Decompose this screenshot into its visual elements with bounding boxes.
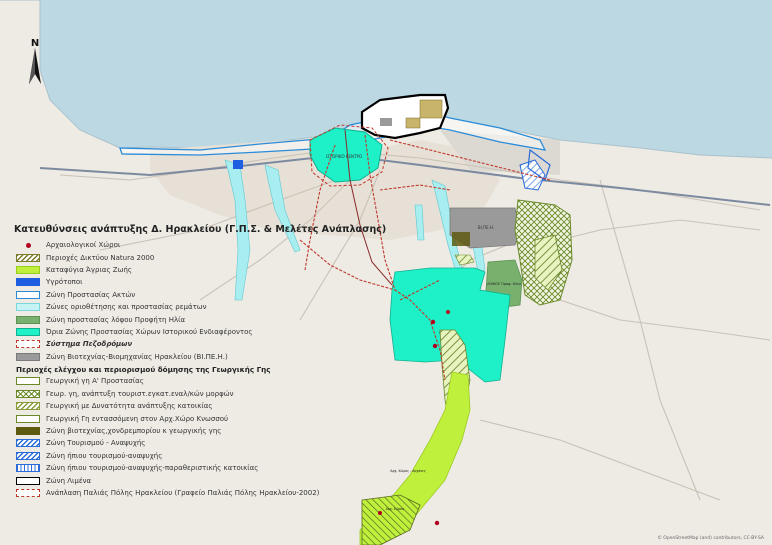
legend-swatch (16, 476, 40, 485)
archaeological-site-dot (378, 511, 382, 515)
legend-item: Ζώνη Προστασίας Ακτών (16, 289, 357, 301)
legend-item: Υγρότοποι (16, 276, 357, 288)
legend-swatch (16, 315, 40, 324)
legend-item: Ζώνη ήπιου τουρισμού-αναψυχής-παραθεριστ… (16, 462, 357, 474)
legend-title: Κατευθύνσεις ανάπτυξης Δ. Ηρακλείου (Γ.Π… (14, 224, 387, 235)
map-frame: ΙΣΤΟΡΙΚΟ ΚΕΝΤΡΟ ΒΙ.ΠΕ.Η. ΛΟΦΟΣ Προφ. Ηλι… (0, 0, 772, 545)
archaeological-site-dot (432, 343, 438, 349)
legend-item: Γεωργική Γη εντασσόμενη στον Αρχ.Χώρο Κν… (16, 412, 357, 424)
legend-swatch (16, 451, 40, 460)
legend-swatch (16, 303, 40, 312)
legend-items: Αρχαιολογικοί Χώροι Περιοχές Δικτύου Natu… (12, 239, 357, 363)
archaeological-site-dot (430, 319, 436, 325)
legend-swatch (16, 253, 40, 262)
archaeological-site-dot (446, 310, 450, 314)
legend-item-label: Ζώνη ήπιου τουρισμού-αναψυχής (46, 451, 163, 460)
legend-item-label: Περιοχές Δικτύου Natura 2000 (46, 253, 155, 262)
legend-item: Περιοχές Δικτύου Natura 2000 (16, 251, 357, 263)
legend-item: Γεωργική με Δυνατότητα ανάπτυξης κατοικί… (16, 400, 357, 412)
legend-swatch (16, 377, 40, 386)
wetland-marker[interactable] (233, 160, 243, 169)
legend-item: Ζώνη Βιοτεχνίας-Βιομηχανίας Ηρακλείου (Β… (16, 351, 357, 363)
legend-item-label: Όρια Ζώνης Προστασίας Χώρων Ιστορικού Εν… (46, 327, 253, 336)
archaeological-area-label: Αρχ. Χώρος (386, 507, 405, 511)
legend-item: Ζώνη ήπιου τουρισμού-αναψυχής (16, 450, 357, 462)
legend-subsection-title: Περιοχές ελέγχου και περιορισμού δόμησης… (16, 364, 271, 374)
legend-swatch (16, 414, 40, 423)
legend-swatch (16, 265, 40, 274)
industrial-zone-label: ΒΙ.ΠΕ.Η. (478, 225, 494, 230)
legend-item: Γεωργική γη Α' Προστασίας (16, 375, 357, 387)
legend-item-label: Ζώνη ήπιου τουρισμού-αναψυχής-παραθεριστ… (46, 464, 259, 473)
legend-item-label: Ζώνη Βιοτεχνίας-Βιομηχανίας Ηρακλείου (Β… (46, 352, 228, 361)
legend-item-label: Γεωργική γη Α' Προστασίας (46, 377, 144, 386)
archanes-route-label: Αρχ. Χώρος - Αρχάνες (390, 469, 426, 473)
legend-swatch (16, 464, 40, 473)
legend-item: Ζώνη Τουρισμού - Αναψυχής (16, 437, 357, 449)
legend-item-label: Ζώνη προστασίας λόφου Προφήτη Ηλία (46, 315, 186, 324)
legend-swatch (16, 278, 40, 287)
legend-item: Ζώνη βιοτεχνίας,χονδρεμπορίου κ γεωργική… (16, 425, 357, 437)
legend-item: Ζώνες οριοθέτησης και προστασίας ρεμάτων (16, 301, 357, 313)
legend-item-label: Ζώνη βιοτεχνίας,χονδρεμπορίου κ γεωργική… (46, 427, 222, 436)
legend-item-label: Γεωργική με Δυνατότητα ανάπτυξης κατοικί… (46, 402, 213, 411)
legend-item-label: Αρχαιολογικοί Χώροι (46, 241, 121, 250)
legend-item-label: Ζώνη Λιμένα (46, 476, 92, 485)
legend-item-label: Υγρότοποι (46, 278, 83, 287)
legend-swatch (16, 489, 40, 497)
legend-item: Αρχαιολογικοί Χώροι (16, 239, 357, 251)
legend-item: Όρια Ζώνης Προστασίας Χώρων Ιστορικού Εν… (16, 326, 357, 338)
legend-item-label: Ζώνη Τουρισμού - Αναψυχής (46, 439, 146, 448)
legend-swatch (16, 427, 40, 436)
legend-item: Σύστημα Πεζοδρόμων (16, 338, 357, 350)
legend-swatch (16, 290, 40, 299)
legend-item-label: Ζώνη Προστασίας Ακτών (46, 290, 136, 299)
legend-item-label: Ζώνες οριοθέτησης και προστασίας ρεμάτων (46, 303, 207, 312)
legend-items-agricultural: Γεωργική γη Α' Προστασίας Γεωρ. γη, ανάπτ… (12, 375, 357, 499)
smallind-zone[interactable] (452, 232, 470, 246)
legend-swatch (16, 389, 40, 398)
legend-item-label: Γεωργική Γη εντασσόμενη στον Αρχ.Χώρο Κν… (46, 414, 229, 423)
legend-swatch (16, 241, 40, 249)
legend-item-label: Ανάπλαση Παλιάς Πόλης Ηρακλείου (Γραφείο… (46, 489, 320, 497)
legend-item: Καταφύγια Άγριας Ζωής (16, 264, 357, 276)
legend-swatch (16, 352, 40, 361)
profitis-ilias-label: ΛΟΦΟΣ Προφ. Ηλια (487, 282, 521, 286)
legend-item-label: Σύστημα Πεζοδρόμων (46, 340, 133, 349)
legend-item: Ανάπλαση Παλιάς Πόλης Ηρακλείου (Γραφείο… (16, 487, 357, 499)
legend-item: Γεωρ. γη, ανάπτυξη τουριστ.εγκατ.εναλ/κώ… (16, 388, 357, 400)
map-attribution: © OpenStreetMap (and) contributors, CC-B… (657, 536, 764, 541)
north-label: N (31, 38, 39, 49)
legend-swatch (16, 327, 40, 336)
legend-swatch (16, 439, 40, 448)
archaeological-site-dot (434, 520, 440, 526)
legend-swatch (16, 340, 40, 349)
legend-item: Ζώνη Λιμένα (16, 474, 357, 486)
legend-item: Ζώνη προστασίας λόφου Προφήτη Ηλία (16, 313, 357, 325)
legend-swatch (16, 402, 40, 411)
legend: Κατευθύνσεις ανάπτυξης Δ. Ηρακλείου (Γ.Π… (12, 224, 387, 499)
legend-item-label: Γεωρ. γη, ανάπτυξη τουριστ.εγκατ.εναλ/κώ… (46, 389, 234, 398)
legend-item-label: Καταφύγια Άγριας Ζωής (46, 265, 133, 274)
